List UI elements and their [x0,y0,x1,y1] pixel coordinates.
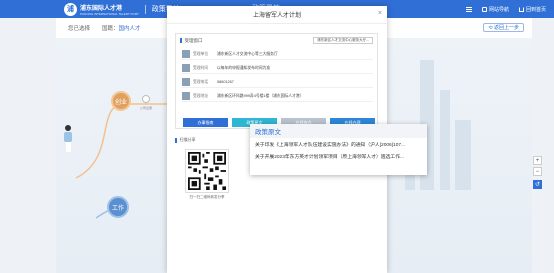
zoom-out-icon: − [535,168,540,175]
company-register-label: 公司注册 [140,106,153,110]
reset-icon: ↺ [534,182,541,188]
site-nav-label: 网站导航 [488,6,509,13]
modal-title-text: 上海留军人才计划 [252,13,301,19]
site-nav-link[interactable]: 网站导航 [481,6,509,13]
clock-icon [182,64,190,72]
reset-view-button[interactable]: ↺ [533,180,542,189]
zoom-in-icon: + [535,157,540,164]
info-row: 受理时间 以每年的申报通知发布时间为准 [182,63,373,74]
logo-mark-icon: 浦 [64,2,77,16]
selected-label: 您已选择 [68,26,91,32]
block-title: 受理窗口 [184,37,203,43]
row-key: 受理时间 [193,65,209,70]
building-icon [182,50,190,58]
row-value: 以每年的申报通知发布时间为准 [217,65,271,70]
back-label: 返回上一步 [493,25,519,31]
topbar-actions: 网站导航 回到首页 [465,0,546,18]
qr-code-icon [186,150,228,192]
company-register-bubble[interactable] [142,95,150,103]
zoom-out-button[interactable]: − [533,167,542,176]
node-work-label: 工作 [111,205,124,212]
nationality-prefix: 国籍： [102,26,119,32]
info-row: 受理单位 浦东新区人才交流中心等三大服务厅 [182,49,373,60]
home-link[interactable]: 回到首页 [518,6,546,13]
info-row: 受理地址 浦东新区环科路999弄4号楼1楼（浦东国际人才港） [182,91,373,102]
grid-icon [481,6,487,12]
back-button[interactable]: ⟲ 返回上一步 [483,23,524,32]
qr-caption: 扫一扫二维码转发分享 [189,195,225,199]
person-illustration [63,125,73,155]
guide-button-label: 办事指南 [197,119,214,125]
nationality-filter[interactable]: 国籍：国内人才 [102,24,141,32]
location-icon [182,92,190,100]
policy-link-item[interactable]: 关于印发《上海领军人才队伍建设实施办法》的通知（沪人[2006]107... [250,138,427,150]
row-key: 受理电话 [193,79,209,84]
phone-icon [182,78,190,86]
node-startup[interactable]: 创业 [111,91,131,111]
policy-text-dropdown: 政策原文 关于印发《上海领军人才队伍建设实施办法》的通知（沪人[2006]107… [250,124,427,175]
home-icon [518,6,524,12]
section-bar-icon [180,38,182,43]
service-hall-select[interactable]: 浦东新区人才交流中心服务大厅... [313,37,373,44]
scan-share-title: 扫描分享 [179,137,196,142]
policy-link-item[interactable]: 关于开展2023年东方英才计划领军项目（原上海领军人才）遴选工作... [250,150,427,162]
row-key: 受理地址 [193,93,209,98]
node-work[interactable]: 工作 [107,196,129,218]
info-row: 受理电话 58601267 [182,77,373,88]
modal-title: 上海留军人才计划 × [167,6,387,24]
row-key: 受理单位 [193,51,209,56]
zoom-in-button[interactable]: + [533,156,542,165]
guide-button[interactable]: 办事指南 [183,118,228,127]
service-window-block: 受理窗口 浦东新区人才交流中心服务大厅... 受理单位 浦东新区人才交流中心等三… [175,33,378,129]
site-logo[interactable]: 浦 浦东国际人才港 PUDONG INTERNATIONAL TALENT PO… [64,2,139,16]
building-illustration [455,120,471,190]
node-startup-label: 创业 [114,99,127,106]
close-icon[interactable]: × [378,10,382,17]
scan-share-header: 扫描分享 [175,137,196,143]
row-value: 浦东新区人才交流中心等三大服务厅 [217,51,278,56]
home-label: 回到首页 [525,6,546,13]
service-hall-label: 浦东新区人才交流中心服务大厅... [317,38,369,42]
nationality-value: 国内人才 [118,26,141,32]
logo-subtitle: PUDONG INTERNATIONAL TALENT PORT [80,11,139,16]
building-illustration [440,90,450,190]
row-value: 浦东新区环科路999弄4号楼1楼（浦东国际人才港） [217,93,304,98]
section-bar-icon [175,137,177,143]
topbar-divider [144,4,146,14]
row-value: 58601267 [217,80,234,84]
menu-icon[interactable] [465,6,472,12]
dropdown-title: 政策原文 [250,124,427,138]
